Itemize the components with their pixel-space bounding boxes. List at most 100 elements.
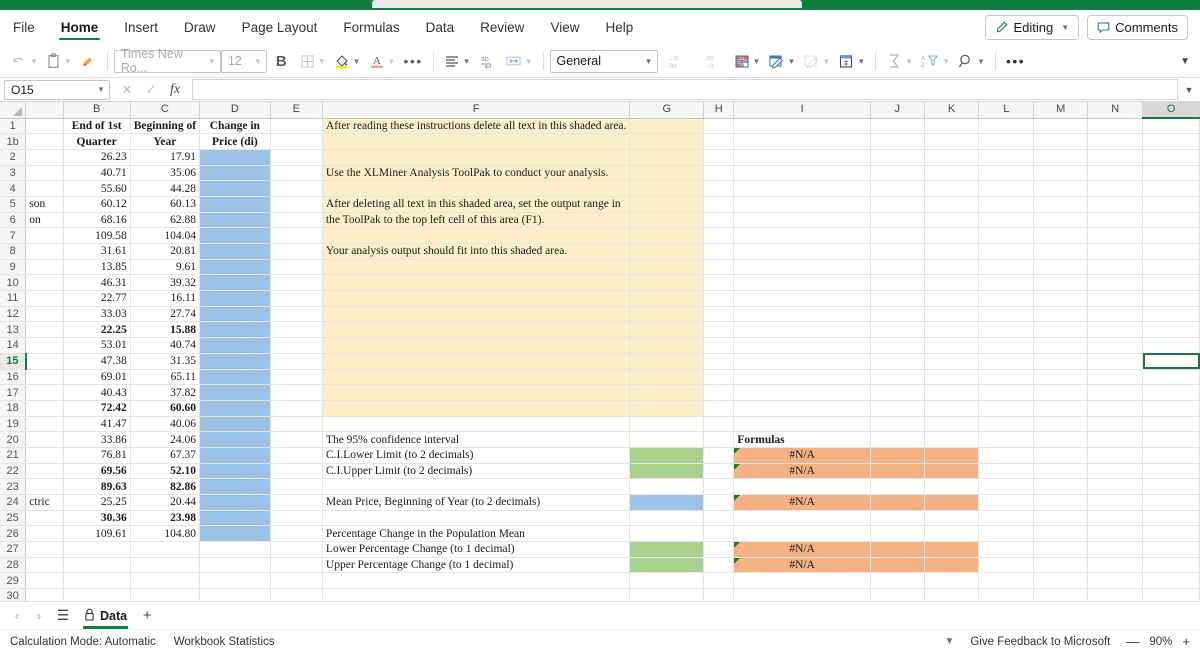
sort-filter-button[interactable]: AZ ▼ — [917, 48, 954, 74]
cell-B-11[interactable]: 22.77 — [63, 290, 131, 307]
cell-K-22[interactable] — [924, 463, 980, 480]
cell-C-24[interactable]: 20.44 — [130, 494, 201, 511]
cell-O-27[interactable] — [1142, 541, 1200, 558]
cell-O-17[interactable] — [1142, 384, 1200, 401]
cell-H-11[interactable] — [703, 290, 735, 307]
cell-G-15[interactable] — [629, 353, 705, 370]
cell-B-20[interactable]: 33.86 — [63, 431, 131, 448]
cell-M-17[interactable] — [1033, 384, 1089, 401]
cell-C-8[interactable]: 20.81 — [130, 243, 201, 260]
cell-G-25[interactable] — [629, 510, 705, 527]
cell-A-28[interactable] — [25, 557, 64, 574]
cell-L-2[interactable] — [978, 149, 1035, 166]
cell-O-30[interactable] — [1142, 588, 1200, 601]
cell-G-29[interactable] — [629, 572, 705, 590]
expand-formula-bar-button[interactable]: ▼ — [1178, 85, 1200, 95]
insert-cells-button[interactable]: ▼ — [834, 48, 869, 74]
cell-B-21[interactable]: 76.81 — [63, 447, 131, 464]
cell-N-20[interactable] — [1087, 431, 1144, 448]
cell-A-27[interactable] — [25, 541, 64, 558]
cell-F-1[interactable] — [322, 133, 631, 150]
cell-A-25[interactable] — [25, 510, 64, 527]
cell-F-24[interactable]: Mean Price, Beginning of Year (to 2 deci… — [322, 494, 631, 511]
row-header[interactable]: 6 — [0, 212, 27, 229]
cell-B-17[interactable]: 40.43 — [63, 384, 131, 401]
cell-L-27[interactable] — [978, 541, 1035, 558]
cell-L-16[interactable] — [978, 369, 1035, 386]
row-header[interactable]: 30 — [0, 588, 27, 601]
cell-K-10[interactable] — [924, 274, 980, 292]
cell-H-1[interactable] — [703, 118, 735, 135]
cell-L-17[interactable] — [978, 384, 1035, 401]
cell-C-17[interactable]: 37.82 — [130, 384, 201, 401]
cell-H-19[interactable] — [703, 416, 735, 433]
cell-D-14[interactable] — [199, 337, 271, 354]
cell-B-9[interactable]: 13.85 — [63, 259, 131, 276]
cell-H-14[interactable] — [703, 337, 735, 354]
cell-O-25[interactable] — [1142, 510, 1200, 527]
row-header[interactable]: 4 — [0, 180, 27, 197]
cell-I-17[interactable] — [733, 384, 871, 401]
column-header-D[interactable]: D — [199, 102, 271, 119]
cell-O-6[interactable] — [1142, 212, 1200, 229]
cell-L-18[interactable] — [978, 400, 1035, 417]
cell-O-11[interactable] — [1142, 290, 1200, 307]
row-header[interactable]: 29 — [0, 572, 27, 590]
cell-M-13[interactable] — [1033, 321, 1089, 339]
cell-K-11[interactable] — [924, 290, 980, 307]
cell-D-4[interactable] — [199, 180, 271, 197]
cell-J-14[interactable] — [870, 337, 925, 354]
cell-O-1[interactable] — [1142, 133, 1200, 150]
cell-D-24[interactable] — [199, 494, 271, 511]
cell-H-25[interactable] — [703, 510, 735, 527]
cell-O-14[interactable] — [1142, 337, 1200, 354]
cell-L-24[interactable] — [978, 494, 1035, 511]
cell-G-5[interactable] — [629, 196, 705, 213]
cell-G-17[interactable] — [629, 384, 705, 401]
cell-D-9[interactable] — [199, 259, 271, 276]
cell-K-4[interactable] — [924, 180, 980, 197]
cell-D-8[interactable] — [199, 243, 271, 260]
cell-K-5[interactable] — [924, 196, 980, 213]
cell-B-3[interactable]: 40.71 — [63, 165, 131, 182]
cell-N-30[interactable] — [1087, 588, 1144, 601]
row-header[interactable]: 21 — [0, 447, 27, 464]
previous-sheet-button[interactable]: ‹ — [6, 608, 28, 623]
zoom-level-label[interactable]: 90% — [1149, 636, 1172, 648]
cell-A-14[interactable] — [25, 337, 64, 354]
cell-B-22[interactable]: 69.56 — [63, 463, 131, 480]
cell-I-29[interactable] — [733, 572, 871, 590]
cell-K-14[interactable] — [924, 337, 980, 354]
cell-A-20[interactable] — [25, 431, 64, 448]
cell-C-14[interactable]: 40.74 — [130, 337, 201, 354]
cell-N-23[interactable] — [1087, 478, 1144, 495]
cell-A-19[interactable] — [25, 416, 64, 433]
sheet-tab-data[interactable]: Data — [76, 603, 135, 629]
cell-A-16[interactable] — [25, 369, 64, 386]
cell-A-8[interactable] — [25, 243, 64, 260]
cell-M-20[interactable] — [1033, 431, 1089, 448]
cell-M-14[interactable] — [1033, 337, 1089, 354]
cell-H-6[interactable] — [703, 212, 735, 229]
cell-G-9[interactable] — [629, 259, 705, 276]
cell-M-1[interactable] — [1033, 118, 1089, 135]
column-header-O[interactable]: O — [1142, 102, 1200, 119]
cell-B-4[interactable]: 55.60 — [63, 180, 131, 197]
cell-E-21[interactable] — [270, 447, 323, 464]
cell-D-17[interactable] — [199, 384, 271, 401]
column-header-J[interactable]: J — [870, 102, 925, 119]
cell-D-29[interactable] — [199, 572, 271, 590]
cell-A-1[interactable] — [25, 133, 64, 150]
cell-A-2[interactable] — [25, 149, 64, 166]
column-header-C[interactable]: C — [130, 102, 201, 119]
cell-G-16[interactable] — [629, 369, 705, 386]
cell-M-18[interactable] — [1033, 400, 1089, 417]
cell-M-28[interactable] — [1033, 557, 1089, 574]
cell-N-2[interactable] — [1087, 149, 1144, 166]
cell-M-24[interactable] — [1033, 494, 1089, 511]
cell-A-22[interactable] — [25, 463, 64, 480]
cell-C-29[interactable] — [130, 572, 201, 590]
cell-F-26[interactable]: Percentage Change in the Population Mean — [322, 525, 631, 543]
cell-C-7[interactable]: 104.04 — [130, 227, 201, 244]
cell-I-22[interactable]: #N/A — [733, 463, 871, 480]
